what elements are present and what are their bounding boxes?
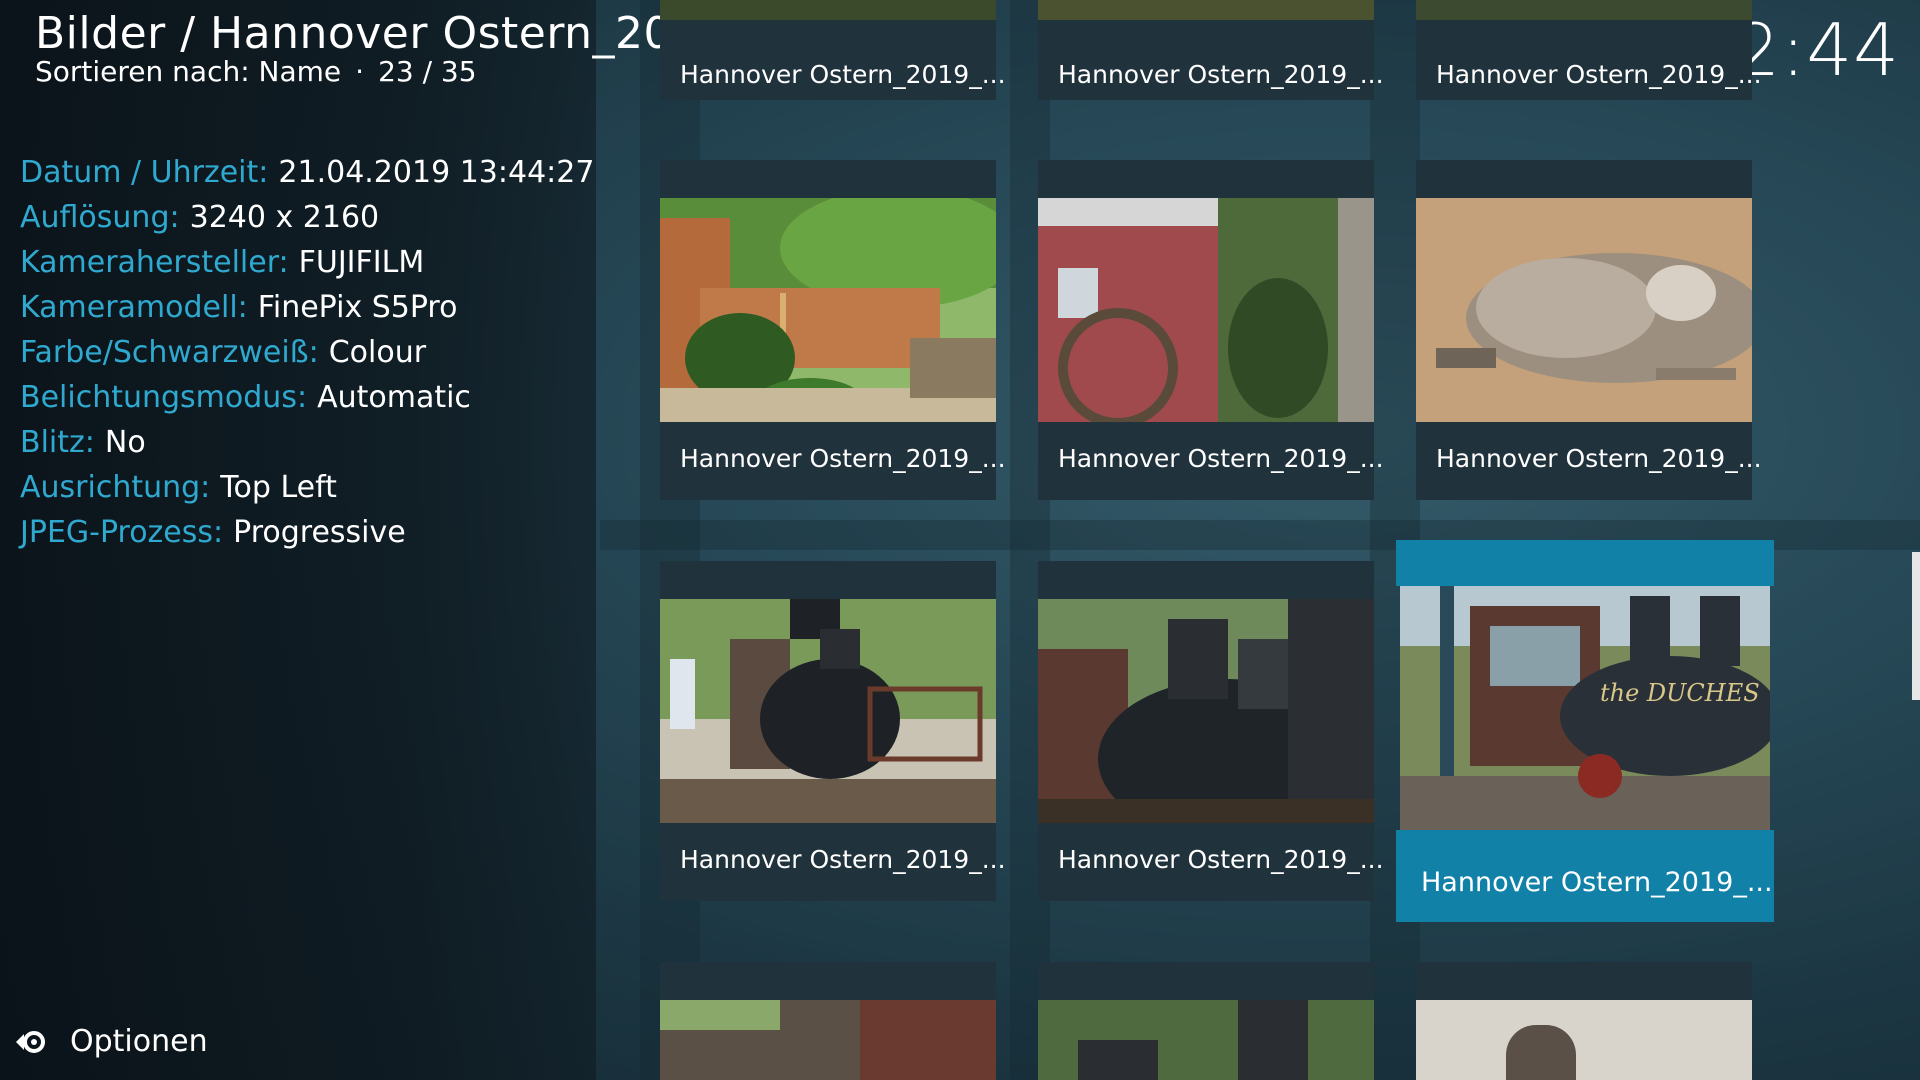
tile-thumbnail bbox=[1416, 0, 1752, 20]
tile-top-bar bbox=[1416, 160, 1752, 198]
tile-top-bar bbox=[660, 561, 996, 599]
tile-thumbnail: the DUCHES bbox=[1400, 586, 1770, 830]
info-label: Datum / Uhrzeit: bbox=[20, 155, 269, 190]
tile-thumbnail bbox=[660, 599, 996, 823]
info-row-camera-make: Kamerahersteller: FUJIFILM bbox=[20, 240, 580, 285]
tile-top-bar bbox=[1038, 160, 1374, 198]
tile-thumbnail bbox=[1038, 1000, 1374, 1080]
tile-caption: Hannover Ostern_2019_... bbox=[1436, 60, 1762, 89]
info-value: 21.04.2019 13:44:27 bbox=[278, 155, 595, 190]
info-value: FinePix S5Pro bbox=[257, 290, 458, 325]
info-value: FUJIFILM bbox=[298, 245, 425, 280]
grid-tile[interactable]: Hannover Ostern_2019_... bbox=[1038, 160, 1384, 500]
info-row-flash: Blitz: No bbox=[20, 420, 580, 465]
info-value: Progressive bbox=[233, 515, 406, 550]
tile-thumbnail bbox=[1416, 198, 1752, 422]
sort-info: Sortieren nach: Name · 23 / 35 bbox=[35, 55, 477, 88]
info-row-orientation: Ausrichtung: Top Left bbox=[20, 465, 580, 510]
tile-thumbnail bbox=[1038, 198, 1374, 422]
item-position: 23 / 35 bbox=[378, 55, 477, 88]
options-label: Optionen bbox=[70, 1024, 208, 1059]
grid-tile[interactable]: Hannover Ostern_2019_... bbox=[660, 160, 1006, 500]
info-label: Blitz: bbox=[20, 425, 95, 460]
svg-text:the DUCHES: the DUCHES bbox=[1600, 679, 1760, 707]
info-value: 3240 x 2160 bbox=[189, 200, 380, 235]
grid-tile[interactable]: Hannover Ostern_2019_... bbox=[1416, 0, 1762, 100]
tile-caption: Hannover Ostern_2019_... bbox=[1058, 845, 1384, 874]
info-value: No bbox=[104, 425, 146, 460]
tile-top-bar bbox=[1038, 962, 1374, 1000]
tile-top-bar bbox=[660, 962, 996, 1000]
tile-thumbnail bbox=[660, 1000, 996, 1080]
info-row-camera-model: Kameramodell: FinePix S5Pro bbox=[20, 285, 580, 330]
tile-caption: Hannover Ostern_2019_... bbox=[1421, 867, 1773, 898]
info-label: JPEG-Prozess: bbox=[20, 515, 224, 550]
info-label: Farbe/Schwarzweiß: bbox=[20, 335, 319, 370]
tile-thumbnail bbox=[1038, 0, 1374, 20]
picture-info-panel: Datum / Uhrzeit: 21.04.2019 13:44:27 Aufl… bbox=[20, 150, 594, 555]
grid-tile[interactable]: Hannover Ostern_2019_... bbox=[1038, 561, 1384, 901]
tile-top-bar bbox=[1416, 962, 1752, 1000]
info-value: Automatic bbox=[317, 380, 471, 415]
separator: · bbox=[355, 55, 365, 88]
tile-top-bar bbox=[660, 160, 996, 198]
info-row-date: Datum / Uhrzeit: 21.04.2019 13:44:27 bbox=[20, 150, 594, 195]
tile-caption: Hannover Ostern_2019_... bbox=[680, 845, 1006, 874]
tile-thumbnail bbox=[660, 198, 996, 422]
grid-tile[interactable] bbox=[1038, 962, 1374, 1080]
grid-tile-focused[interactable]: the DUCHES Hannover Ostern_2019_... bbox=[1396, 540, 1774, 922]
grid-tile[interactable]: Hannover Ostern_2019_... bbox=[1416, 160, 1762, 500]
tile-caption: Hannover Ostern_2019_... bbox=[1436, 444, 1762, 473]
info-row-color: Farbe/Schwarzweiß: Colour bbox=[20, 330, 580, 375]
tile-caption: Hannover Ostern_2019_... bbox=[680, 60, 1006, 89]
info-label: Kamerahersteller: bbox=[20, 245, 289, 280]
gear-arrows-icon bbox=[16, 1030, 45, 1053]
tile-thumbnail bbox=[1038, 599, 1374, 823]
info-value: Top Left bbox=[220, 470, 337, 505]
info-row-exposure-mode: Belichtungsmodus: Automatic bbox=[20, 375, 580, 420]
tile-top-bar bbox=[1038, 561, 1374, 599]
scrollbar[interactable] bbox=[1912, 552, 1920, 700]
info-label: Ausrichtung: bbox=[20, 470, 211, 505]
info-value: Colour bbox=[328, 335, 427, 370]
grid-tile[interactable] bbox=[1416, 962, 1752, 1080]
info-row-resolution: Auflösung: 3240 x 2160 bbox=[20, 195, 580, 240]
grid-tile[interactable]: Hannover Ostern_2019_... bbox=[660, 0, 1006, 100]
tile-caption: Hannover Ostern_2019_... bbox=[1058, 60, 1384, 89]
tile-thumbnail bbox=[660, 0, 996, 20]
info-row-jpeg-process: JPEG-Prozess: Progressive bbox=[20, 510, 580, 555]
options-button[interactable]: Optionen bbox=[14, 1024, 208, 1059]
sort-label: Sortieren nach: Name bbox=[35, 55, 342, 88]
info-label: Kameramodell: bbox=[20, 290, 248, 325]
tile-caption: Hannover Ostern_2019_... bbox=[1058, 444, 1384, 473]
tile-thumbnail bbox=[1416, 1000, 1752, 1080]
grid-tile[interactable]: Hannover Ostern_2019_... bbox=[1038, 0, 1384, 100]
info-label: Belichtungsmodus: bbox=[20, 380, 308, 415]
breadcrumb: Bilder / Hannover Ostern_2019 bbox=[35, 8, 730, 59]
kodi-pictures-window: Bilder / Hannover Ostern_2019 Sortieren … bbox=[0, 0, 1920, 1080]
tile-caption: Hannover Ostern_2019_... bbox=[680, 444, 1006, 473]
grid-tile[interactable]: Hannover Ostern_2019_... bbox=[660, 561, 1006, 901]
tile-top-bar bbox=[1396, 540, 1774, 586]
grid-tile[interactable] bbox=[660, 962, 996, 1080]
info-label: Auflösung: bbox=[20, 200, 180, 235]
